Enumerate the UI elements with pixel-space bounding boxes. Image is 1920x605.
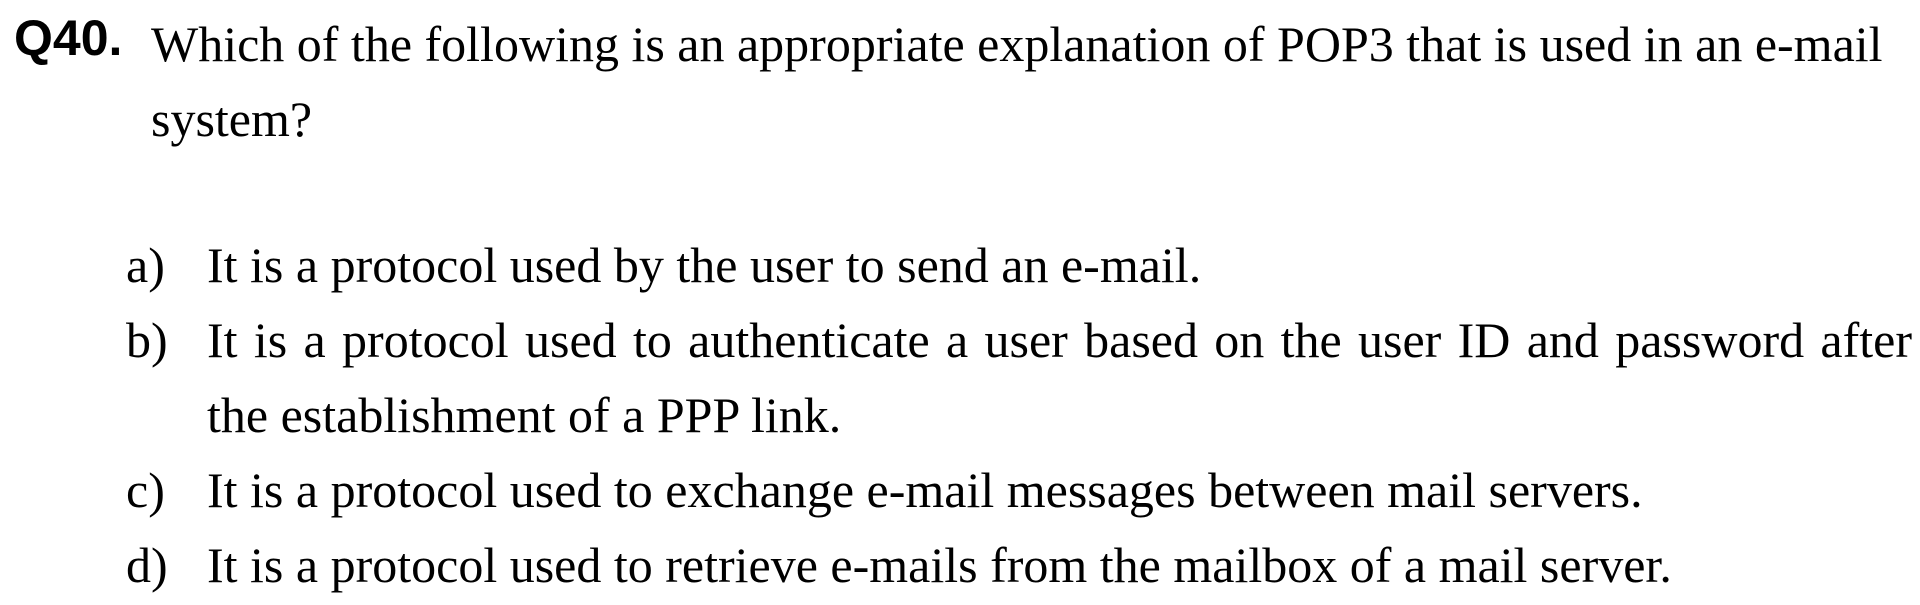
- option-text: It is a protocol used to retrieve e-mail…: [207, 537, 1672, 593]
- question-text: Which of the following is an appropriate…: [151, 16, 1883, 147]
- option-a: a) It is a protocol used by the user to …: [0, 228, 1920, 303]
- option-label: d): [126, 537, 168, 593]
- question-number: Q40.: [14, 10, 123, 66]
- option-text: It is a protocol used by the user to sen…: [207, 237, 1202, 293]
- option-b: b) It is a protocol used to authenticate…: [0, 303, 1920, 453]
- option-c: c) It is a protocol used to exchange e-m…: [0, 453, 1920, 528]
- option-label: a): [126, 237, 165, 293]
- answer-options: a) It is a protocol used by the user to …: [0, 228, 1920, 603]
- option-label: b): [126, 312, 168, 368]
- option-label: c): [126, 462, 165, 518]
- option-d: d) It is a protocol used to retrieve e-m…: [0, 528, 1920, 603]
- option-text: It is a protocol used to authenticate a …: [207, 312, 1912, 443]
- option-text: It is a protocol used to exchange e-mail…: [207, 462, 1643, 518]
